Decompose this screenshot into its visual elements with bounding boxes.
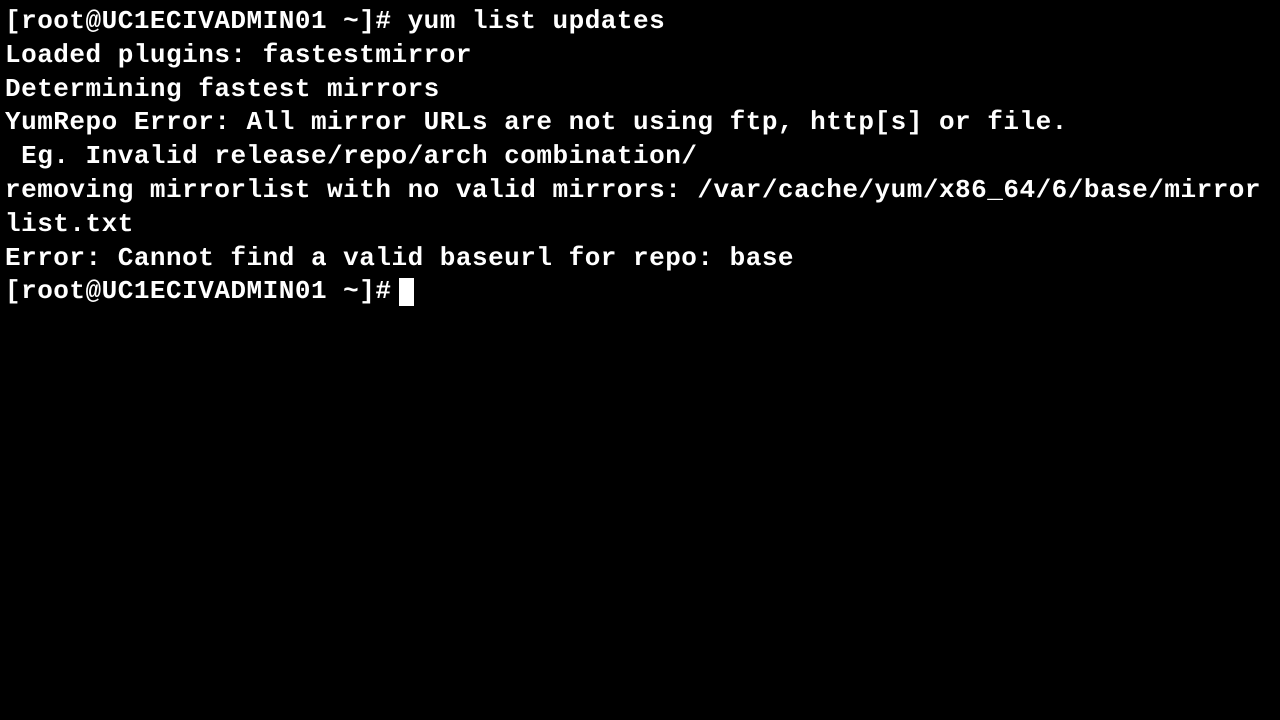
shell-prompt: [root@UC1ECIVADMIN01 ~]#: [5, 275, 391, 309]
output-line: Eg. Invalid release/repo/arch combinatio…: [5, 140, 1275, 174]
shell-prompt: [root@UC1ECIVADMIN01 ~]#: [5, 6, 408, 36]
output-line: Determining fastest mirrors: [5, 73, 1275, 107]
output-line: removing mirrorlist with no valid mirror…: [5, 174, 1275, 242]
output-line: Loaded plugins: fastestmirror: [5, 39, 1275, 73]
active-prompt-line[interactable]: [root@UC1ECIVADMIN01 ~]#: [5, 275, 1275, 309]
output-line: Error: Cannot find a valid baseurl for r…: [5, 242, 1275, 276]
command-line: [root@UC1ECIVADMIN01 ~]# yum list update…: [5, 5, 1275, 39]
cursor-icon: [399, 278, 414, 306]
output-line: YumRepo Error: All mirror URLs are not u…: [5, 106, 1275, 140]
command-text: yum list updates: [408, 6, 666, 36]
terminal-window[interactable]: [root@UC1ECIVADMIN01 ~]# yum list update…: [5, 5, 1275, 309]
